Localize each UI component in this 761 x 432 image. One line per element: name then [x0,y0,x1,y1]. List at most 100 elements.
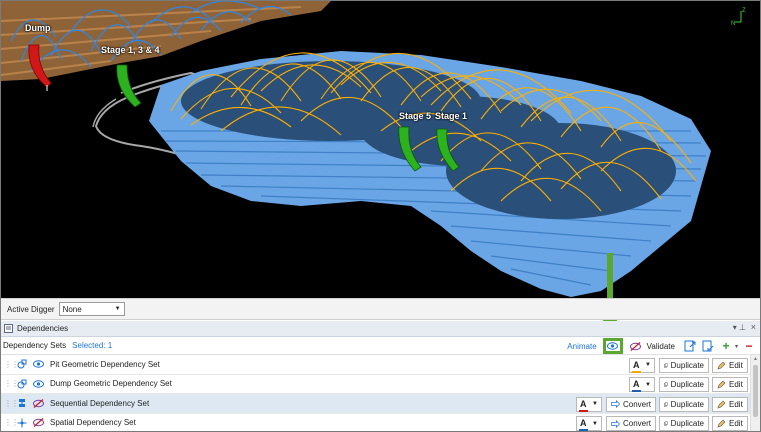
pencil-icon [717,380,726,389]
dependencies-panel-header: Dependencies ▾ ⊥ × [1,321,760,337]
geometric-icon [16,358,28,370]
convert-button[interactable]: Convert [606,396,656,412]
location-label-stage-5: Stage 5 [399,111,432,121]
pencil-icon [717,361,726,369]
chevron-down-icon: ▼ [645,362,651,368]
set-name: Spatial Dependency Set [50,418,136,428]
list-item[interactable]: ⋮⋮ Dump Geometric Dependency Set A ▼ Dup… [1,374,760,394]
line-color-button[interactable]: A ▼ [576,416,602,431]
location-label-stage-1: Stage 1 [435,111,468,121]
set-name: Dump Geometric Dependency Set [50,379,172,389]
duplicate-label: Duplicate [670,399,704,409]
dependency-sets-toolbar: Dependency Sets Selected: 1 Animate Vali… [1,337,760,355]
active-digger-select[interactable]: None ▼ [58,302,125,316]
show-all-button[interactable] [602,338,623,354]
duplicate-icon [664,401,668,407]
hidden-eye-icon[interactable] [32,397,44,409]
font-color-icon: A [579,419,588,431]
scroll-up-icon[interactable]: ▲ [753,356,758,362]
convert-label: Convert [622,399,651,409]
duplicate-label: Duplicate [670,380,704,389]
pin-icon[interactable]: ▾ ⊥ [733,323,746,332]
edit-label: Edit [729,360,743,370]
active-digger-bar: Active Digger None ▼ [1,298,760,320]
set-name: Sequential Dependency Set [50,398,150,408]
visible-eye-icon[interactable] [32,358,44,370]
font-color-icon: A [579,399,588,412]
pencil-icon [717,400,726,408]
duplicate-icon [664,362,668,368]
list-scrollbar[interactable]: ▲ [750,355,760,431]
app-window: Dump Stage 1, 3 & 4 Stage 5 Stage 1 Z N … [0,0,761,432]
csv-import-icon [684,340,696,352]
hide-all-button[interactable] [629,339,643,353]
edit-button[interactable]: Edit [712,357,748,373]
font-color-icon: A [632,380,641,392]
minus-icon: − [745,339,753,353]
edit-label: Edit [729,419,743,428]
animate-link[interactable]: Animate [567,342,596,351]
eye-icon [607,342,619,350]
edit-button[interactable]: Edit [712,377,748,392]
line-color-button[interactable]: A ▼ [629,377,655,392]
close-icon[interactable]: × [751,322,756,332]
panel-title: Dependencies [17,324,69,333]
dependencies-icon [4,324,13,333]
edit-button[interactable]: Edit [712,396,748,412]
eye-off-icon [630,341,642,351]
active-digger-value: None [62,304,82,314]
duplicate-label: Duplicate [670,419,704,428]
delete-set-button[interactable]: − [742,339,756,353]
pencil-icon [717,419,726,428]
import-csv-button[interactable] [683,339,697,353]
duplicate-button[interactable]: Duplicate [659,416,709,431]
add-set-chevron-icon[interactable]: ▾ [735,343,738,350]
chevron-down-icon: ▼ [645,381,651,388]
chevron-down-icon: ▼ [592,401,598,407]
location-label-dump: Dump [25,23,51,33]
chevron-down-icon: ▼ [114,306,121,312]
axis-n-label: N [731,21,735,27]
validate-link[interactable]: Validate [647,342,675,351]
drag-handle-icon[interactable]: ⋮⋮ [4,379,19,388]
list-item[interactable]: ⋮⋮ Sequential Dependency Set A ▼ Convert [1,394,760,414]
chevron-down-icon: ▼ [592,420,598,427]
duplicate-icon [664,382,668,387]
sequential-icon [16,397,28,409]
duplicate-icon [664,421,668,426]
add-set-button[interactable]: + [719,339,733,353]
drag-handle-icon[interactable]: ⋮⋮ [4,418,19,427]
duplicate-button[interactable]: Duplicate [659,357,709,373]
line-color-button[interactable]: A ▼ [629,357,655,373]
convert-arrow-icon [611,419,620,428]
scrollbar-thumb[interactable] [753,365,758,417]
duplicate-button[interactable]: Duplicate [659,396,709,412]
selected-count: Selected: 1 [72,341,113,350]
duplicate-label: Duplicate [670,360,704,370]
spatial-icon [16,417,28,429]
convert-label: Convert [622,419,651,428]
active-digger-label: Active Digger [7,304,55,314]
convert-button[interactable]: Convert [606,416,656,431]
hidden-eye-icon[interactable] [32,417,44,429]
edit-label: Edit [729,399,743,409]
geometric-icon [16,378,28,390]
dependency-set-list: ⋮⋮ Pit Geometric Dependency Set A ▼ Dupl… [1,355,760,431]
drag-handle-icon[interactable]: ⋮⋮ [4,360,19,369]
edit-button[interactable]: Edit [712,416,748,431]
list-item[interactable]: ⋮⋮ Pit Geometric Dependency Set A ▼ Dupl… [1,355,760,375]
list-item[interactable]: ⋮⋮ Spatial Dependency Set A ▼ Convert Du… [1,413,760,431]
3d-viewport[interactable]: Dump Stage 1, 3 & 4 Stage 5 Stage 1 Z N [1,1,760,298]
plus-icon: + [722,339,730,353]
edit-label: Edit [729,380,743,389]
duplicate-button[interactable]: Duplicate [659,377,709,392]
dependency-sets-label: Dependency Sets [3,341,67,350]
drag-handle-icon[interactable]: ⋮⋮ [4,399,19,408]
axis-compass-icon: Z N [731,8,746,27]
export-csv-button[interactable] [701,339,715,353]
visible-eye-icon[interactable] [32,378,44,390]
set-name: Pit Geometric Dependency Set [50,359,160,369]
line-color-button[interactable]: A ▼ [576,396,602,412]
csv-export-icon [702,340,714,352]
axis-z-label: Z [742,8,746,14]
